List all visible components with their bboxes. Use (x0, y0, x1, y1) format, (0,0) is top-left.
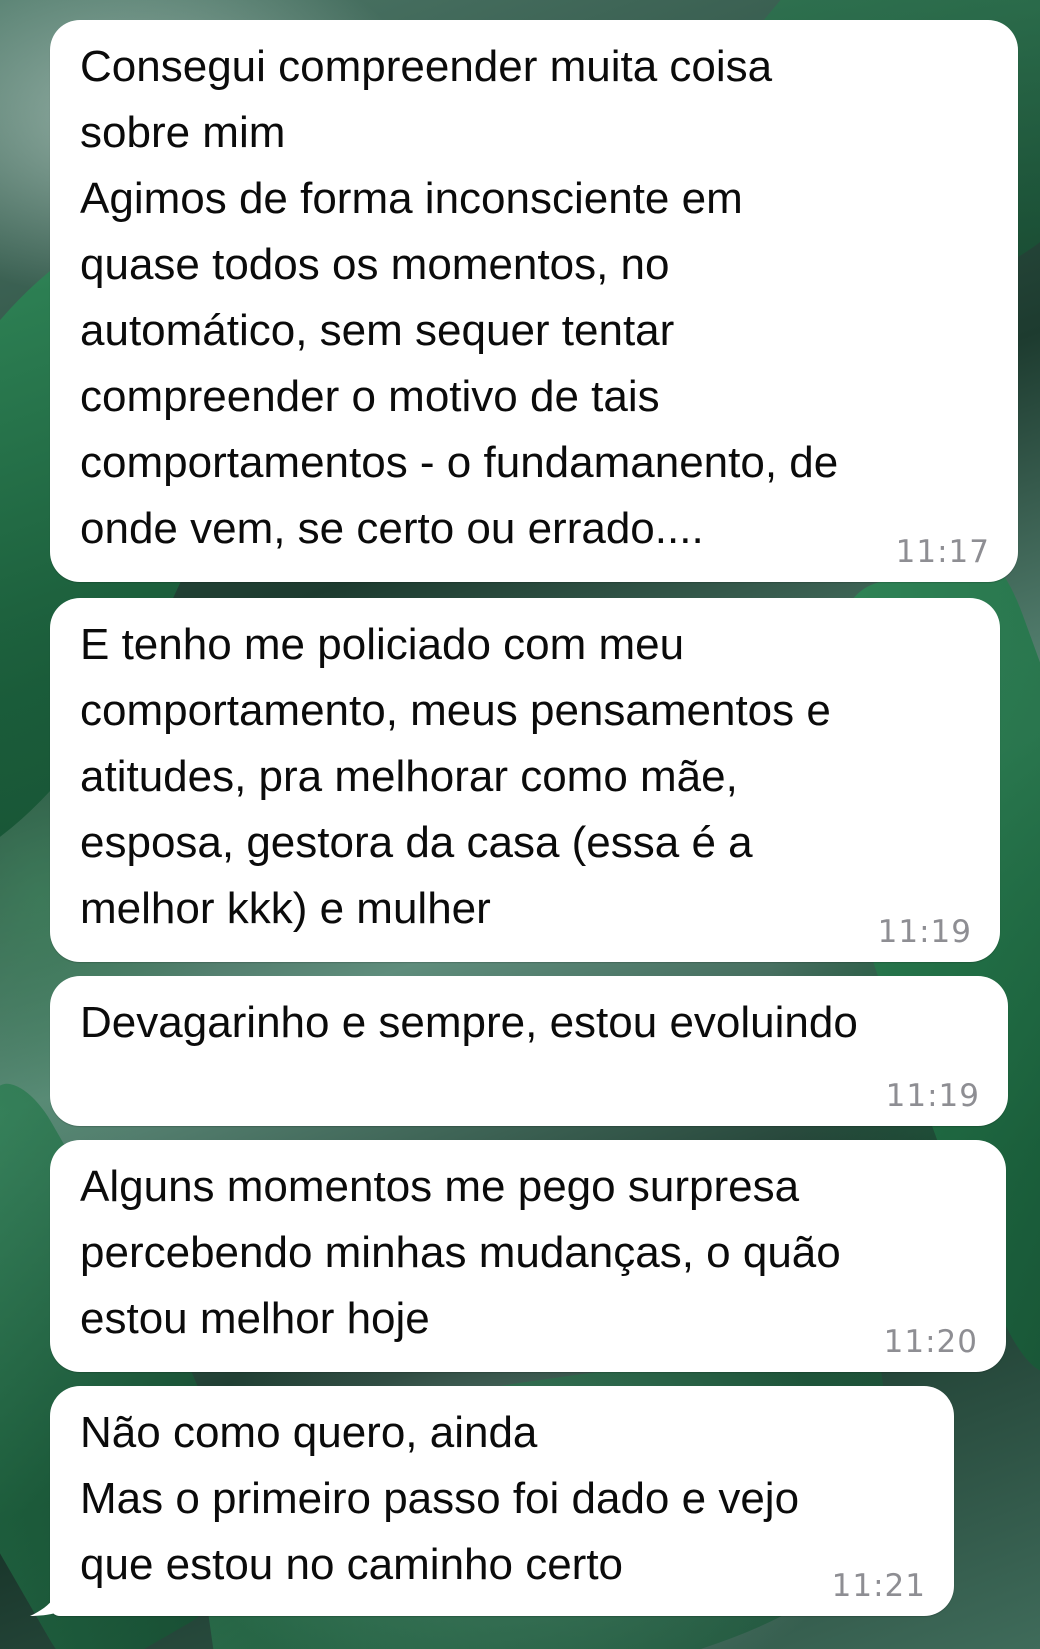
message-line: estou melhor hoje (80, 1294, 430, 1343)
message-line: atitudes, pra melhorar como mãe, (80, 752, 738, 801)
message-timestamp: 11:20 (883, 1324, 978, 1360)
message-timestamp: 11:17 (895, 534, 990, 570)
message-line: quase todos os momentos, no (80, 240, 670, 289)
message-bubble[interactable]: E tenho me policiado com meu comportamen… (50, 598, 1000, 962)
message-line: compreender o motivo de tais (80, 372, 660, 421)
message-line: Consegui compreender muita coisa (80, 42, 773, 91)
message-line: Não como quero, ainda (80, 1408, 538, 1457)
message-line: comportamento, meus pensamentos e (80, 686, 831, 735)
message-line: que estou no caminho certo (80, 1540, 624, 1589)
message-line: E tenho me policiado com meu (80, 620, 685, 669)
message-line: sobre mim (80, 108, 286, 157)
message-line: Mas o primeiro passo foi dado e vejo (80, 1474, 800, 1523)
message-line: melhor kkk) e mulher (80, 884, 491, 933)
message-line: Agimos de forma inconsciente em (80, 174, 743, 223)
message-list[interactable]: Consegui compreender muita coisa sobre m… (0, 0, 1040, 1649)
message-line: comportamentos - o fundamanento, de (80, 438, 839, 487)
message-timestamp: 11:19 (877, 914, 972, 950)
message-line: esposa, gestora da casa (essa é a (80, 818, 753, 867)
message-timestamp: 11:19 (885, 1078, 980, 1114)
message-bubble[interactable]: Devagarinho e sempre, estou evoluindo 11… (50, 976, 1008, 1126)
message-bubble[interactable]: Consegui compreender muita coisa sobre m… (50, 20, 1018, 582)
message-line: automático, sem sequer tentar (80, 306, 675, 355)
message-bubble[interactable]: Não como quero, ainda Mas o primeiro pas… (50, 1386, 954, 1616)
message-line: percebendo minhas mudanças, o quão (80, 1228, 841, 1277)
message-line: Alguns momentos me pego surpresa (80, 1162, 800, 1211)
message-timestamp: 11:21 (831, 1568, 926, 1604)
message-bubble[interactable]: Alguns momentos me pego surpresa percebe… (50, 1140, 1006, 1372)
message-line: Devagarinho e sempre, estou evoluindo (80, 998, 858, 1047)
message-line: onde vem, se certo ou errado.... (80, 504, 704, 553)
